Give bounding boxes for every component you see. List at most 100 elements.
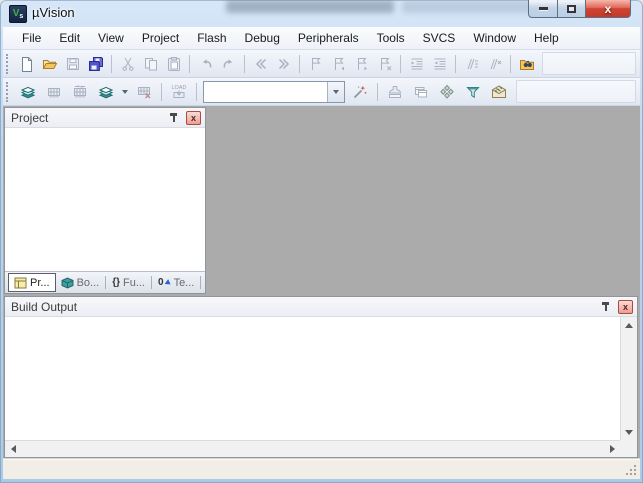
menu-project[interactable]: Project xyxy=(133,28,188,48)
scroll-down-button[interactable] xyxy=(621,424,637,440)
build-output-close-button[interactable]: x xyxy=(618,299,633,314)
bookmark-next-button[interactable] xyxy=(350,53,373,75)
menu-view[interactable]: View xyxy=(89,28,133,48)
paste-button[interactable] xyxy=(162,53,185,75)
horizontal-scrollbar[interactable] xyxy=(5,440,620,457)
tab-templates-label: Te... xyxy=(173,276,195,289)
scroll-up-button[interactable] xyxy=(621,317,637,333)
tab-separator xyxy=(200,276,202,289)
toolbar-separator xyxy=(111,54,112,73)
manage-project-items-button[interactable] xyxy=(382,81,408,103)
stop-build-button[interactable] xyxy=(131,81,157,103)
toolbar-separator xyxy=(299,54,300,73)
menu-tools[interactable]: Tools xyxy=(368,28,414,48)
comment-button[interactable] xyxy=(460,53,483,75)
build-icon xyxy=(48,87,60,97)
tab-books[interactable]: Bo... xyxy=(56,272,105,293)
menu-help[interactable]: Help xyxy=(525,28,568,48)
maximize-button[interactable] xyxy=(557,0,586,18)
undo-button[interactable] xyxy=(194,53,217,75)
maximize-icon xyxy=(567,4,576,13)
find-in-files-button[interactable] xyxy=(515,53,538,75)
manage-run-time-environment-button[interactable] xyxy=(434,81,460,103)
redo-button[interactable] xyxy=(217,53,240,75)
menu-file[interactable]: File xyxy=(13,28,50,48)
toolbar-grip[interactable] xyxy=(6,81,12,102)
target-select-value xyxy=(204,82,327,102)
project-tree-area[interactable] xyxy=(5,128,205,271)
download-button[interactable]: LOAD xyxy=(166,81,192,103)
build-output-title: Build Output xyxy=(11,299,78,314)
project-panel-title: Project xyxy=(11,110,49,125)
cut-button[interactable] xyxy=(116,53,139,75)
rebuild-button[interactable] xyxy=(67,81,93,103)
books-window-button[interactable] xyxy=(408,81,434,103)
menu-flash[interactable]: Flash xyxy=(188,28,235,48)
project-panel-close-button[interactable]: x xyxy=(186,110,201,125)
stamp-icon xyxy=(388,85,402,98)
bookmark-prev-button[interactable] xyxy=(327,53,350,75)
target-select[interactable] xyxy=(203,80,345,103)
navigate-forward-button[interactable] xyxy=(272,53,295,75)
cascade-windows-icon xyxy=(415,86,427,97)
options-wand-icon xyxy=(353,85,367,98)
translate-icon xyxy=(20,86,36,98)
navigate-back-icon xyxy=(255,58,266,69)
copy-icon xyxy=(144,57,157,70)
bookmark-prev-icon xyxy=(334,57,344,70)
uncomment-button[interactable] xyxy=(483,53,506,75)
save-all-button[interactable] xyxy=(84,53,107,75)
scroll-right-button[interactable] xyxy=(604,441,620,457)
new-file-icon xyxy=(21,56,32,72)
menu-edit[interactable]: Edit xyxy=(50,28,89,48)
minimize-button[interactable] xyxy=(528,0,557,18)
open-file-button[interactable] xyxy=(38,53,61,75)
menu-debug[interactable]: Debug xyxy=(236,28,289,48)
app-logo-icon[interactable]: Vs xyxy=(9,5,27,23)
bookmark-clear-button[interactable] xyxy=(373,53,396,75)
title-bar[interactable]: Vs µVision x xyxy=(0,0,643,27)
scroll-up-icon xyxy=(625,322,633,328)
resize-grip[interactable] xyxy=(634,473,636,475)
pin-icon[interactable] xyxy=(169,112,179,123)
project-panel-header: Project x xyxy=(5,108,205,128)
target-select-dropdown[interactable] xyxy=(327,81,344,102)
indent-button[interactable] xyxy=(405,53,428,75)
translate-button[interactable] xyxy=(15,81,41,103)
pack-installer-button[interactable] xyxy=(486,81,512,103)
unindent-button[interactable] xyxy=(428,53,451,75)
tab-project[interactable]: Pr... xyxy=(8,273,56,292)
build-output-content[interactable] xyxy=(5,317,637,457)
close-button[interactable]: x xyxy=(586,0,631,18)
batch-build-dropdown[interactable] xyxy=(119,81,131,103)
options-for-target-button[interactable] xyxy=(347,81,373,103)
books-tab-icon xyxy=(61,276,74,289)
vertical-scrollbar[interactable] xyxy=(620,317,637,440)
menu-svcs[interactable]: SVCS xyxy=(414,28,465,48)
save-all-icon xyxy=(88,56,103,71)
bookmark-toggle-button[interactable] xyxy=(304,53,327,75)
functions-tab-icon: {} xyxy=(112,277,120,288)
tab-project-label: Pr... xyxy=(30,276,50,289)
menu-peripherals[interactable]: Peripherals xyxy=(289,28,368,48)
pin-icon[interactable] xyxy=(601,301,611,312)
copy-button[interactable] xyxy=(139,53,162,75)
menu-window[interactable]: Window xyxy=(464,28,525,48)
build-button[interactable] xyxy=(41,81,67,103)
scroll-left-button[interactable] xyxy=(5,441,21,457)
scrollbar-corner xyxy=(620,440,637,457)
toolbar-separator xyxy=(244,54,245,73)
rebuild-icon xyxy=(74,84,86,97)
save-button[interactable] xyxy=(61,53,84,75)
select-software-packs-button[interactable] xyxy=(460,81,486,103)
toolbar-separator xyxy=(400,54,401,73)
batch-build-button[interactable] xyxy=(93,81,119,103)
window-title: µVision xyxy=(32,5,75,20)
toolbar-grip[interactable] xyxy=(6,53,12,74)
svg-text:LOAD: LOAD xyxy=(172,85,187,91)
tab-templates[interactable]: 0 Te... xyxy=(153,272,199,293)
navigate-back-button[interactable] xyxy=(249,53,272,75)
new-file-button[interactable] xyxy=(15,53,38,75)
tab-functions[interactable]: {} Fu... xyxy=(107,272,150,293)
file-toolbar xyxy=(3,50,640,78)
